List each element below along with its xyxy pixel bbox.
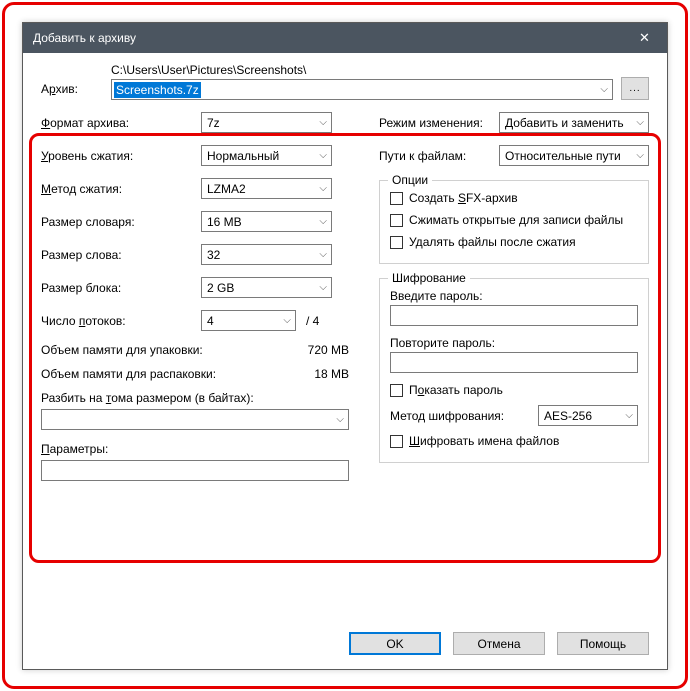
browse-button[interactable]: ...	[621, 77, 649, 100]
chevron-down-icon: ⌵	[319, 150, 327, 161]
show-password-label: Показать пароль	[409, 383, 503, 397]
mem-unpack-label: Объем памяти для распаковки:	[41, 367, 216, 381]
format-label: Формат архива:	[41, 116, 201, 130]
sfx-checkbox[interactable]	[390, 192, 403, 205]
delete-after-label: Удалять файлы после сжатия	[409, 235, 576, 249]
chevron-down-icon: ⌵	[625, 410, 633, 421]
chevron-down-icon: ⌵	[319, 249, 327, 260]
cancel-button[interactable]: Отмена	[453, 632, 545, 655]
repeat-password-label: Повторите пароль:	[390, 336, 638, 350]
show-password-checkbox[interactable]	[390, 384, 403, 397]
method-combo[interactable]: LZMA2⌵	[201, 178, 332, 199]
chevron-down-icon: ⌵	[600, 84, 608, 95]
sfx-label: Создать SFX-архив	[409, 191, 518, 205]
password-input[interactable]	[390, 305, 638, 326]
titlebar[interactable]: Добавить к архиву ✕	[23, 23, 667, 53]
close-icon: ✕	[639, 30, 650, 46]
enter-password-label: Введите пароль:	[390, 289, 638, 303]
chevron-down-icon: ⌵	[319, 183, 327, 194]
options-fieldset: Опции Создать SFX-архив Сжимать открытые…	[379, 180, 649, 264]
repeat-password-input[interactable]	[390, 352, 638, 373]
dialog-window: Добавить к архиву ✕ Архив: C:\Users\User…	[22, 22, 668, 670]
paths-label: Пути к файлам:	[379, 149, 499, 163]
close-button[interactable]: ✕	[622, 23, 667, 53]
split-label: Разбить на тома размером (в байтах):	[41, 391, 349, 405]
method-label: Метод сжатия:	[41, 182, 201, 196]
threads-combo[interactable]: 4⌵	[201, 310, 296, 331]
params-input[interactable]	[41, 460, 349, 481]
mem-unpack-value: 18 MB	[314, 367, 349, 381]
word-combo[interactable]: 32⌵	[201, 244, 332, 265]
block-label: Размер блока:	[41, 281, 201, 295]
encrypt-names-checkbox[interactable]	[390, 435, 403, 448]
archive-filename: Screenshots.7z	[114, 82, 201, 98]
block-combo[interactable]: 2 GB⌵	[201, 277, 332, 298]
threads-label: Число потоков:	[41, 314, 201, 328]
mode-combo[interactable]: Добавить и заменить⌵	[499, 112, 649, 133]
threads-max: / 4	[306, 314, 319, 328]
compress-open-checkbox[interactable]	[390, 214, 403, 227]
chevron-down-icon: ⌵	[319, 117, 327, 128]
enc-method-combo[interactable]: AES-256⌵	[538, 405, 638, 426]
window-title: Добавить к архиву	[33, 31, 136, 45]
paths-combo[interactable]: Относительные пути⌵	[499, 145, 649, 166]
help-button[interactable]: Помощь	[557, 632, 649, 655]
mem-pack-label: Объем памяти для упаковки:	[41, 343, 203, 357]
params-label: Параметры:	[41, 442, 349, 456]
level-combo[interactable]: Нормальный⌵	[201, 145, 332, 166]
dict-combo[interactable]: 16 MB⌵	[201, 211, 332, 232]
level-label: Уровень сжатия:	[41, 149, 201, 163]
word-label: Размер слова:	[41, 248, 201, 262]
encryption-fieldset: Шифрование Введите пароль: Повторите пар…	[379, 278, 649, 463]
encryption-legend: Шифрование	[388, 271, 470, 285]
ok-button[interactable]: OK	[349, 632, 441, 655]
chevron-down-icon: ⌵	[636, 117, 644, 128]
chevron-down-icon: ⌵	[336, 414, 344, 425]
archive-path: C:\Users\User\Pictures\Screenshots\	[111, 63, 613, 77]
archive-filename-combo[interactable]: Screenshots.7z ⌵	[111, 79, 613, 100]
archive-label: Архив:	[41, 82, 103, 100]
compress-open-label: Сжимать открытые для записи файлы	[409, 213, 623, 227]
mem-pack-value: 720 MB	[308, 343, 349, 357]
chevron-down-icon: ⌵	[636, 150, 644, 161]
enc-method-label: Метод шифрования:	[390, 409, 504, 423]
chevron-down-icon: ⌵	[319, 216, 327, 227]
options-legend: Опции	[388, 173, 432, 187]
dict-label: Размер словаря:	[41, 215, 201, 229]
format-combo[interactable]: 7z⌵	[201, 112, 332, 133]
delete-after-checkbox[interactable]	[390, 236, 403, 249]
split-combo[interactable]: ⌵	[41, 409, 349, 430]
encrypt-names-label: Шифровать имена файлов	[409, 434, 559, 448]
chevron-down-icon: ⌵	[319, 282, 327, 293]
chevron-down-icon: ⌵	[283, 315, 291, 326]
mode-label: Режим изменения:	[379, 116, 499, 130]
